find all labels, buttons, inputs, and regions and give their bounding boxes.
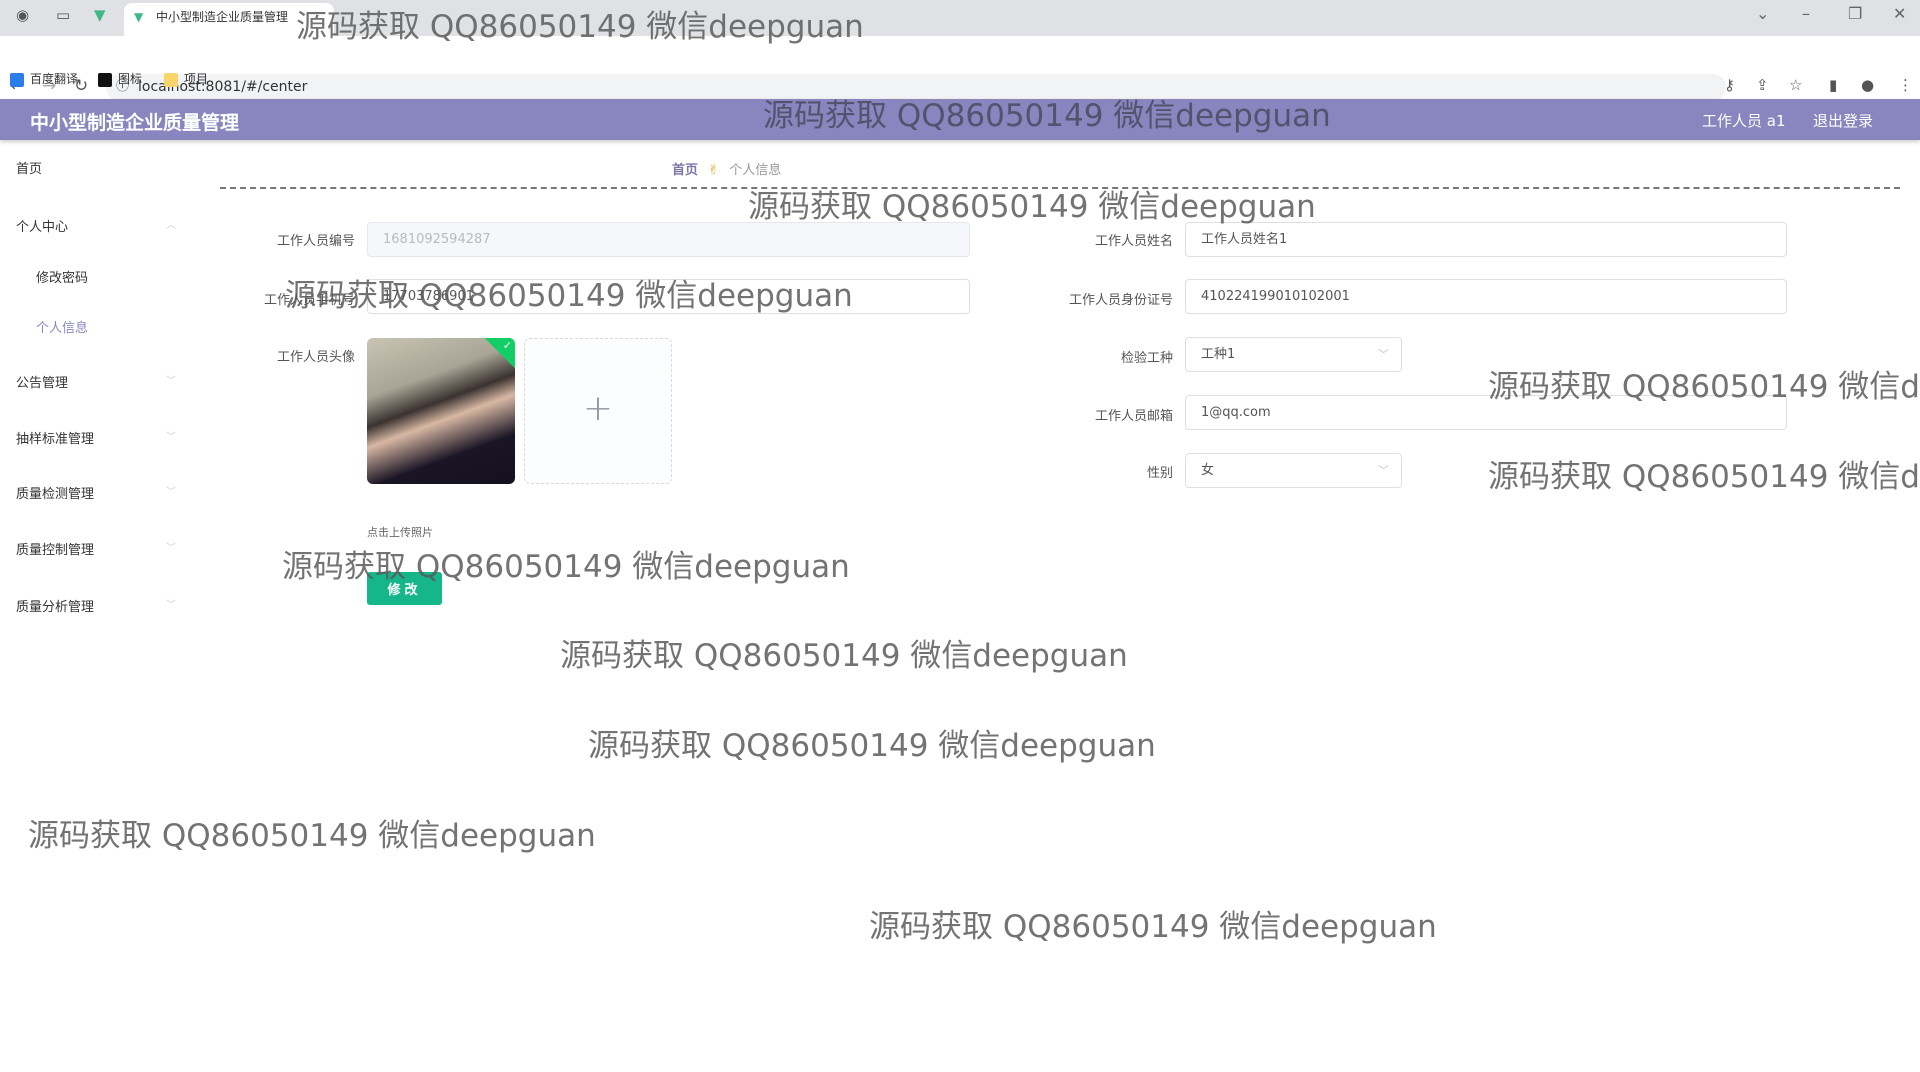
share-icon[interactable]: ⇪ <box>1756 76 1769 94</box>
folder-icon <box>164 72 178 87</box>
watermark: 源码获取 QQ86050149 微信deepguan <box>588 728 1156 764</box>
star-icon[interactable]: ☆ <box>1789 76 1802 94</box>
address-bar-row: ← → ↻ ⓘlocalhost:8081/#/center ⚷ ⇪ ☆ ▮ ●… <box>0 36 1920 100</box>
staff-id-field[interactable]: 1681092594287 <box>367 222 970 257</box>
watermark: 源码获取 QQ86050149 微信deepguan <box>28 818 596 854</box>
sidebar-item-change-password[interactable]: 修改密码 <box>36 267 196 286</box>
sidebar-item-sampling[interactable]: 抽样标准管理 ﹀ <box>16 428 176 447</box>
sidebar-label: 质量控制管理 <box>16 543 95 558</box>
sidebar-item-inspection[interactable]: 质量检测管理 ﹀ <box>16 483 176 502</box>
profile-icon[interactable]: ● <box>1861 76 1874 94</box>
sidebar-item-notice[interactable]: 公告管理 ﹀ <box>16 372 176 391</box>
browser-tab[interactable]: ▼ 中小型制造企业质量管理 <box>124 3 334 36</box>
idcard-field[interactable]: 410224199010102001 <box>1185 279 1787 314</box>
avatar-label: 工作人员头像 <box>276 350 355 365</box>
submit-button[interactable]: 修改 <box>367 572 442 605</box>
phone-field[interactable]: 17703786901 <box>367 279 970 314</box>
select-value: 工种1 <box>1201 347 1236 362</box>
chevron-down-icon: ﹀ <box>1378 348 1389 361</box>
chevron-down-icon: ﹀ <box>166 487 176 498</box>
plus-icon: + <box>582 388 614 429</box>
menu-icon[interactable]: ⋮ <box>1898 76 1913 94</box>
sidebar-label: 质量检测管理 <box>16 487 95 502</box>
upload-tip: 点击上传照片 <box>367 526 433 539</box>
avatar-image[interactable]: ✓ <box>367 338 515 484</box>
check-icon: ✓ <box>502 339 512 352</box>
chevron-down-icon: ﹀ <box>166 543 176 554</box>
sidebar-item-personal-info[interactable]: 个人信息 <box>36 317 196 336</box>
sidebar-item-control[interactable]: 质量控制管理 ﹀ <box>16 539 176 558</box>
globe-icon[interactable]: ◉ <box>16 6 29 24</box>
work-type-label: 检验工种 <box>1120 351 1173 366</box>
sidebar-label: 个人中心 <box>16 220 69 235</box>
idcard-label: 工作人员身份证号 <box>1068 293 1173 308</box>
sidebar-item-home[interactable]: 首页 <box>16 158 176 177</box>
name-field[interactable]: 工作人员姓名1 <box>1185 222 1787 257</box>
app-header: 中小型制造企业质量管理 工作人员 a1 退出登录 <box>0 99 1920 140</box>
window-icon[interactable]: ▭ <box>56 6 70 24</box>
minimize-icon[interactable]: – <box>1802 4 1810 23</box>
bookmark-baidu[interactable]: 百度翻译 <box>10 66 78 92</box>
vue-icon[interactable]: ▼ <box>94 6 106 24</box>
restore-icon[interactable]: ❐ <box>1848 4 1862 23</box>
sidebar-item-analysis[interactable]: 质量分析管理 ﹀ <box>16 596 176 615</box>
email-field[interactable]: 1@qq.com <box>1185 395 1787 430</box>
bookmark-label: 百度翻译 <box>30 72 79 86</box>
chevron-down-icon: ﹀ <box>166 376 176 387</box>
email-label: 工作人员邮箱 <box>1094 409 1173 424</box>
sidepanel-icon[interactable]: ▮ <box>1829 76 1837 94</box>
vue-favicon-icon: ▼ <box>134 10 144 24</box>
breadcrumb-current: 个人信息 <box>729 163 782 178</box>
bookmark-label: 图标 <box>118 72 143 86</box>
sidebar-label: 公告管理 <box>16 376 69 391</box>
app-title: 中小型制造企业质量管理 <box>30 112 240 134</box>
sidebar-item-personal-center[interactable]: 个人中心 ︿ <box>16 216 176 235</box>
hand-icon: ✌ <box>708 163 720 178</box>
tab-search-icon[interactable]: ⌄ <box>1756 4 1769 23</box>
sidebar-label: 质量分析管理 <box>16 600 95 615</box>
gender-select[interactable]: 女 ﹀ <box>1185 453 1402 488</box>
divider <box>220 187 1900 189</box>
watermark: 源码获取 QQ86050149 微信deepguan <box>869 909 1437 945</box>
logout-link[interactable]: 退出登录 <box>1813 110 1873 131</box>
select-value: 女 <box>1201 463 1215 478</box>
watermark: 源码获取 QQ86050149 微信deepguan <box>1488 459 1920 495</box>
watermark: 源码获取 QQ86050149 微信deepguan <box>560 638 1128 674</box>
image-icon <box>98 72 112 87</box>
tab-title: 中小型制造企业质量管理 <box>156 10 289 24</box>
sidebar-label: 个人信息 <box>36 321 89 336</box>
current-user: 工作人员 a1 <box>1702 112 1786 130</box>
bookmark-icons[interactable]: 图标 <box>98 66 142 92</box>
breadcrumb-home[interactable]: 首页 <box>672 163 698 178</box>
chevron-down-icon: ﹀ <box>166 600 176 611</box>
gender-label: 性别 <box>1146 466 1173 481</box>
close-icon[interactable]: ✕ <box>1893 4 1906 23</box>
phone-label: 工作人员手机号 <box>263 293 355 308</box>
chevron-down-icon: ﹀ <box>166 432 176 443</box>
sidebar-label: 首页 <box>16 162 43 177</box>
breadcrumb: 首页 ✌ 个人信息 <box>672 159 781 178</box>
browser-tab-bar: ◉ ▭ ▼ ▼ 中小型制造企业质量管理 ⌄ – ❐ ✕ <box>0 0 1920 36</box>
chevron-down-icon: ﹀ <box>1378 464 1389 477</box>
translate-icon <box>10 72 24 87</box>
id-label: 工作人员编号 <box>276 234 355 249</box>
sidebar-label: 修改密码 <box>36 271 89 286</box>
bookmark-label: 项目 <box>184 72 209 86</box>
name-label: 工作人员姓名 <box>1094 234 1173 249</box>
bookmark-project[interactable]: 项目 <box>164 66 208 92</box>
key-icon[interactable]: ⚷ <box>1724 76 1735 94</box>
sidebar-label: 抽样标准管理 <box>16 432 95 447</box>
work-type-select[interactable]: 工种1 ﹀ <box>1185 337 1402 372</box>
upload-button[interactable]: + <box>524 338 672 484</box>
url-input[interactable]: ⓘ localhost:8081/#/center <box>106 74 1726 100</box>
chevron-up-icon: ︿ <box>166 220 176 231</box>
